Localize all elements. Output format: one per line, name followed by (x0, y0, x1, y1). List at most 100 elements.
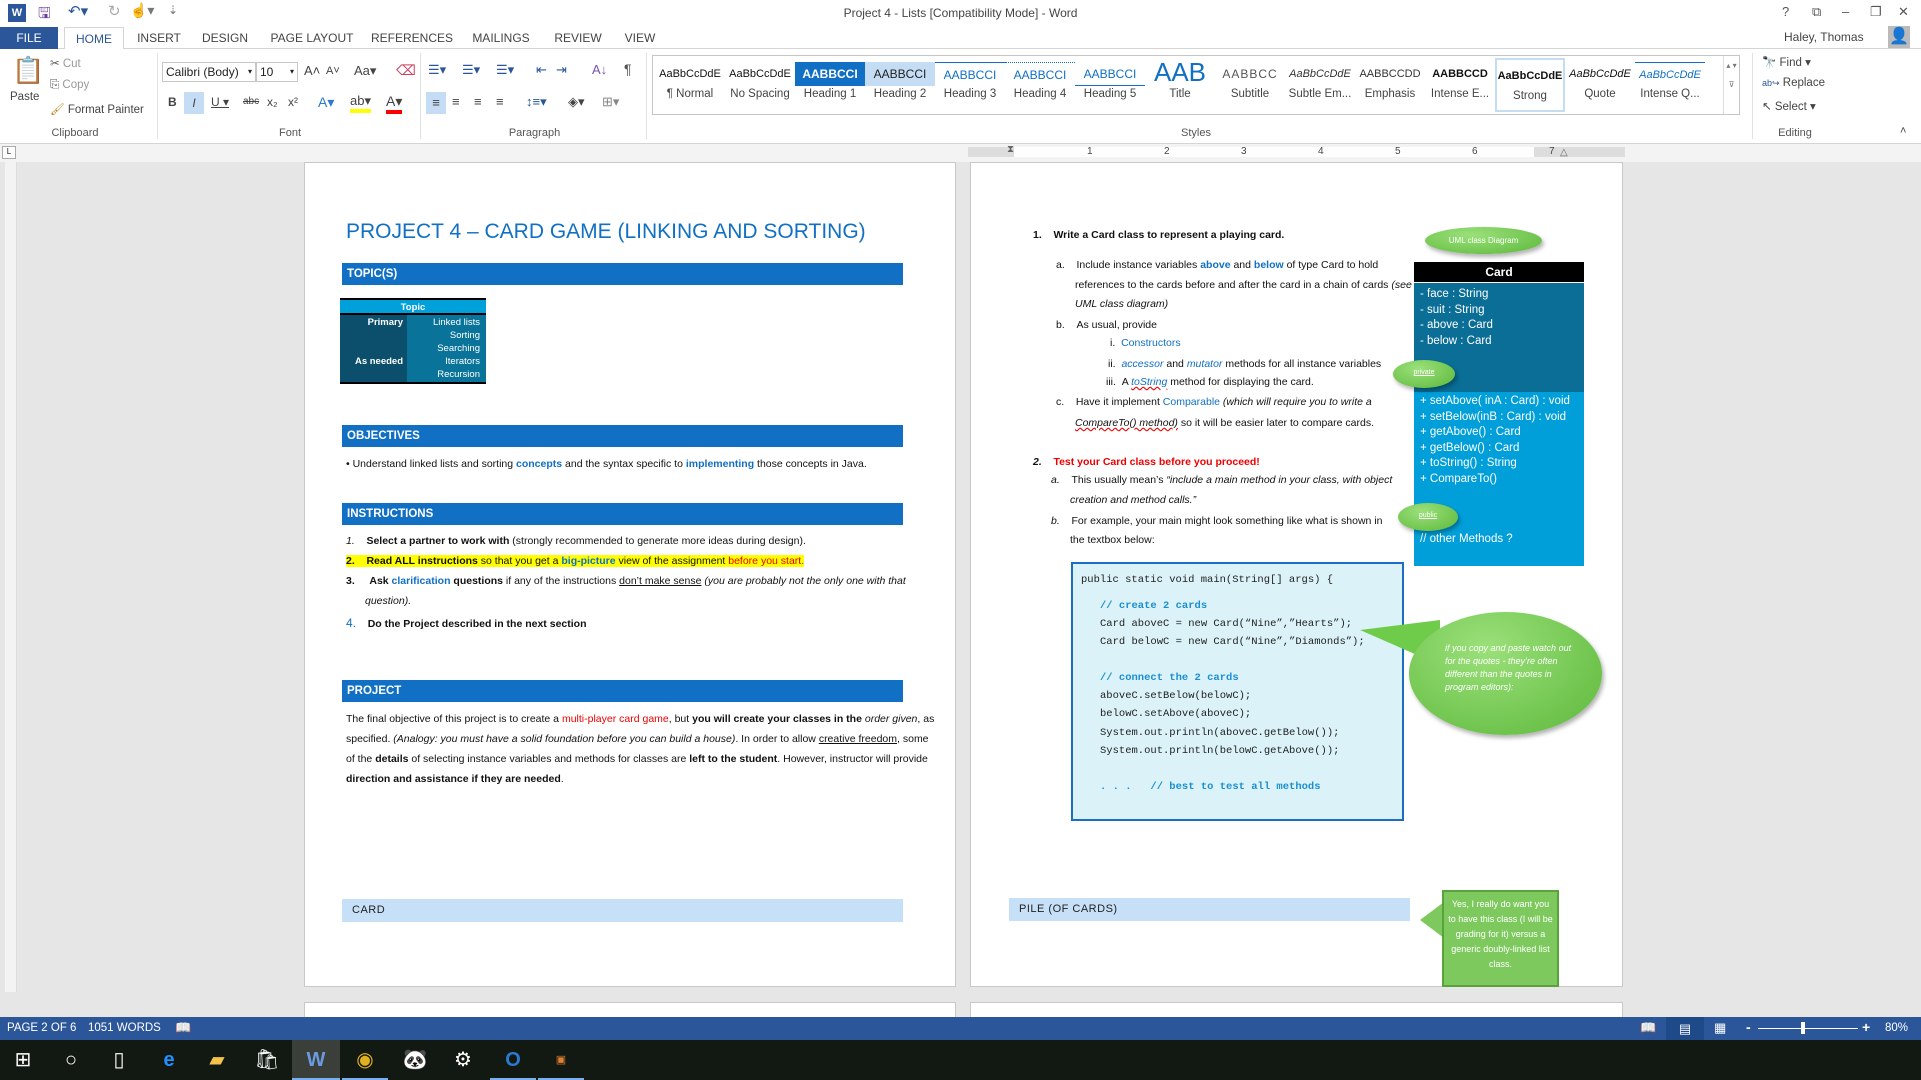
style-subtitle[interactable]: AABBCC Subtitle (1215, 58, 1285, 112)
tab-selector[interactable]: L (2, 146, 16, 159)
strikethrough-button[interactable]: abc (243, 96, 259, 107)
text-effects-icon[interactable]: A▾ (318, 94, 334, 111)
copy-button[interactable]: ⎘ Copy (50, 79, 89, 92)
style-heading-5[interactable]: AABBCCI Heading 5 (1075, 58, 1145, 112)
horizontal-ruler[interactable]: L 1 2 3 4 5 6 7 ⧗ △ (0, 144, 1921, 162)
underline-button[interactable]: U ▾ (211, 95, 229, 109)
bullets-icon[interactable]: ☰▾ (428, 62, 446, 78)
style-heading-1[interactable]: AABBCCI Heading 1 (795, 58, 865, 112)
style-sample: AABBCCDD (1359, 68, 1421, 80)
style-strong[interactable]: AaBbCcDdE Strong (1495, 58, 1565, 112)
align-left-button[interactable]: ≡ (426, 92, 446, 114)
clear-formatting-icon[interactable]: ⌫ (396, 62, 416, 79)
italic-button[interactable]: I (184, 92, 204, 114)
tab-mailings[interactable]: MAILINGS (468, 27, 534, 49)
avatar[interactable]: 👤 (1888, 26, 1910, 48)
align-right-button[interactable]: ≡ (474, 94, 482, 109)
numbering-icon[interactable]: ☰▾ (462, 62, 480, 78)
close-button[interactable]: ✕ (1898, 4, 1909, 20)
edge-icon[interactable]: e (146, 1040, 192, 1080)
format-painter-button[interactable]: 🖌 Format Painter (50, 102, 144, 116)
app-icon[interactable]: 🐼 (392, 1040, 438, 1080)
borders-icon[interactable]: ⊞▾ (602, 94, 619, 110)
tab-references[interactable]: REFERENCES (370, 27, 454, 49)
zoom-slider[interactable] (1758, 1022, 1858, 1034)
style-normal[interactable]: AaBbCcDdE ¶ Normal (655, 58, 725, 112)
style-no-spacing[interactable]: AaBbCcDdE No Spacing (725, 58, 795, 112)
show-formatting-icon[interactable]: ¶ (624, 61, 632, 77)
decrease-indent-icon[interactable]: ⇤ (536, 62, 547, 78)
tab-file[interactable]: FILE (0, 27, 58, 49)
file-explorer-icon[interactable]: ▰ (194, 1040, 240, 1080)
word-count[interactable]: 1051 WORDS (88, 1022, 161, 1034)
style-emphasis[interactable]: AABBCCDD Emphasis (1355, 58, 1425, 112)
font-color-button[interactable]: A▾ (386, 93, 403, 114)
store-icon[interactable]: 🛍 (244, 1040, 290, 1080)
tab-page-layout[interactable]: PAGE LAYOUT (268, 27, 356, 49)
collapse-ribbon-icon[interactable]: ˄ (1900, 125, 1906, 137)
word-icon[interactable]: W (292, 1040, 340, 1080)
font-size-select[interactable]: 10 ▾ (256, 62, 298, 82)
settings-icon[interactable]: ⚙ (440, 1040, 486, 1080)
style-heading-2[interactable]: AABBCCI Heading 2 (865, 58, 935, 112)
change-case-icon[interactable]: Aa▾ (354, 63, 376, 79)
subscript-button[interactable]: x₂ (267, 95, 278, 109)
cut-button[interactable]: ✂ Cut (50, 56, 81, 70)
zoom-slider-thumb[interactable] (1801, 1022, 1805, 1034)
help-icon[interactable]: ? (1782, 4, 1789, 19)
replace-button[interactable]: ab↪ Replace (1762, 77, 1825, 89)
zoom-level[interactable]: 80% (1885, 1022, 1908, 1034)
style-heading-4[interactable]: AABBCCI Heading 4 (1005, 58, 1075, 112)
zoom-out-button[interactable]: - (1746, 1019, 1751, 1035)
task-view-icon[interactable]: ▯ (96, 1040, 142, 1080)
find-button[interactable]: 🔭 Find ▾ (1762, 55, 1811, 69)
multilevel-list-icon[interactable]: ☰▾ (496, 62, 514, 78)
superscript-button[interactable]: x² (288, 95, 298, 109)
start-icon[interactable]: ⊞ (0, 1040, 46, 1080)
tab-review[interactable]: REVIEW (550, 27, 606, 49)
style-heading-3[interactable]: AABBCCI Heading 3 (935, 58, 1005, 112)
line-spacing-icon[interactable]: ↕≡▾ (526, 94, 547, 110)
paste-button[interactable]: Paste (10, 91, 39, 103)
styles-scrollbar[interactable]: ▴ ▾ ⊽ (1723, 56, 1739, 114)
style-intense-e[interactable]: AABBCCD Intense E... (1425, 58, 1495, 112)
style-title[interactable]: AAB Title (1145, 58, 1215, 112)
chrome-icon[interactable]: ◉ (342, 1040, 388, 1080)
tab-view[interactable]: VIEW (620, 27, 660, 49)
right-indent-icon[interactable]: △ (1560, 147, 1568, 158)
document-area[interactable] (0, 162, 1921, 1017)
outlook-icon[interactable]: O (490, 1040, 536, 1080)
font-name-select[interactable]: Calibri (Body) ▾ (162, 62, 256, 82)
select-button[interactable]: ↖ Select ▾ (1762, 99, 1816, 113)
bold-button[interactable]: B (168, 95, 177, 109)
tab-home[interactable]: HOME (64, 27, 124, 50)
highlight-color-button[interactable]: ab▾ (350, 93, 371, 113)
tab-design[interactable]: DESIGN (198, 27, 252, 49)
paste-icon[interactable]: 📋 (12, 55, 44, 86)
increase-indent-icon[interactable]: ⇥ (556, 62, 567, 78)
user-name[interactable]: Haley, Thomas (1784, 30, 1864, 44)
shrink-font-icon[interactable]: A˅ (326, 65, 340, 77)
style-quote[interactable]: AaBbCcDdE Quote (1565, 58, 1635, 112)
java-ee-ide-icon[interactable]: ▣ (538, 1040, 584, 1080)
page-count[interactable]: PAGE 2 OF 6 (7, 1022, 76, 1034)
cortana-icon[interactable]: ○ (48, 1040, 94, 1080)
justify-button[interactable]: ≡ (496, 94, 504, 109)
zoom-in-button[interactable]: + (1862, 1019, 1870, 1035)
restore-button[interactable]: ❐ (1870, 4, 1882, 20)
read-mode-icon[interactable]: 📖 (1640, 1020, 1656, 1036)
code-textbox[interactable]: public static void main(String[] args) {… (1071, 562, 1404, 821)
tab-insert[interactable]: INSERT (134, 27, 184, 49)
align-center-button[interactable]: ≡ (452, 94, 460, 109)
style-intense-q[interactable]: AaBbCcDdE Intense Q... (1635, 58, 1705, 112)
ribbon-display-icon[interactable]: ⧉ (1812, 4, 1821, 20)
style-subtle-em[interactable]: AaBbCcDdE Subtle Em... (1285, 58, 1355, 112)
print-layout-icon[interactable]: ▤ (1666, 1017, 1704, 1040)
minimize-button[interactable]: – (1842, 4, 1849, 19)
proofing-icon[interactable]: 📖 (175, 1020, 191, 1036)
sort-icon[interactable]: A↓ (592, 62, 607, 77)
indent-marker-icon[interactable]: ⧗ (1007, 144, 1014, 155)
grow-font-icon[interactable]: A˄ (304, 63, 320, 78)
web-layout-icon[interactable]: ▦ (1714, 1020, 1726, 1036)
shading-icon[interactable]: ◈▾ (568, 94, 585, 110)
